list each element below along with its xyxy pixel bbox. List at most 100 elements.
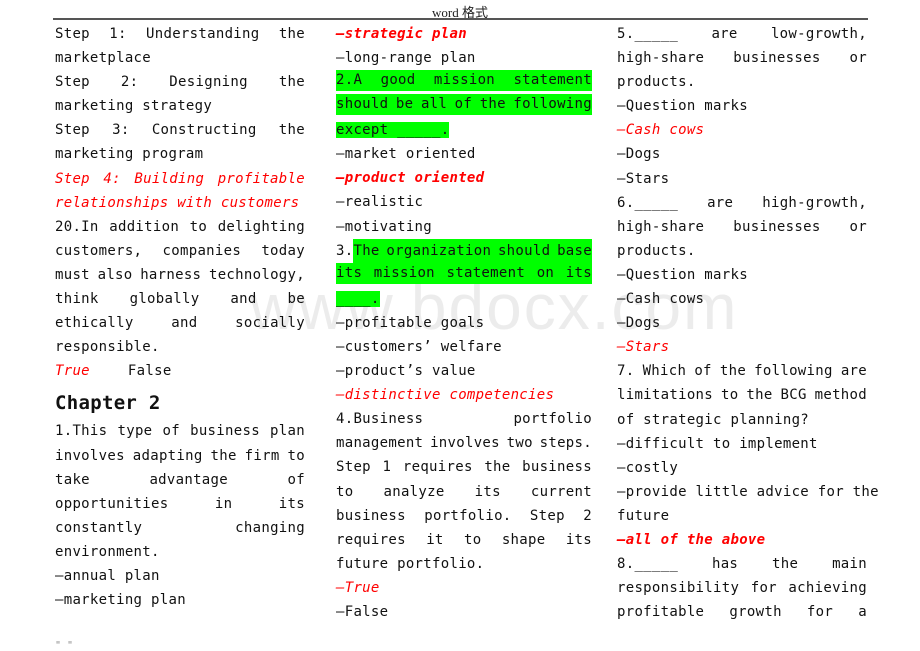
answer-option: —Cash cows bbox=[617, 291, 705, 308]
answer-option: —marketing plan bbox=[55, 592, 186, 609]
word: 4: bbox=[103, 170, 121, 187]
question-2-text: 2.A good mission statement bbox=[336, 70, 592, 92]
question-1-text: take advantage of bbox=[55, 468, 305, 492]
word: mission bbox=[433, 72, 496, 89]
question-1-text: 1.This type of business plan bbox=[55, 419, 305, 443]
answer-option: —Dogs bbox=[617, 146, 661, 163]
word: profitable bbox=[617, 604, 705, 621]
question-20-text: think globally and be bbox=[55, 287, 305, 311]
question-7-text: limitations to the BCG method bbox=[617, 383, 867, 407]
word: its bbox=[474, 483, 501, 500]
question-8-text: profitable growth for a bbox=[617, 600, 867, 624]
word: Building bbox=[134, 170, 205, 187]
word: type bbox=[117, 423, 153, 440]
word: businesses bbox=[733, 50, 821, 67]
word: analyze bbox=[383, 483, 445, 500]
word: its bbox=[336, 264, 363, 281]
answer-false: False bbox=[127, 363, 172, 380]
step-line: Step 3: Constructing the bbox=[55, 118, 305, 142]
word: 2: bbox=[120, 74, 139, 91]
word: should bbox=[336, 96, 389, 113]
answer-option: —profitable goals bbox=[336, 314, 485, 331]
question-2-text: should be all of the following bbox=[336, 94, 592, 116]
word: current bbox=[530, 483, 592, 500]
word: are bbox=[840, 363, 867, 380]
word: to bbox=[189, 218, 208, 235]
answer-option: —provide little advice for the bbox=[617, 483, 879, 500]
answer-option: future bbox=[617, 507, 670, 524]
word: a bbox=[858, 604, 867, 621]
word: statement bbox=[513, 72, 592, 89]
word: low-growth, bbox=[770, 26, 867, 42]
word: its bbox=[278, 495, 305, 512]
question-20-text: 20.In addition to delighting bbox=[55, 215, 305, 239]
word: be bbox=[287, 291, 305, 308]
question-20-text: customers, companies today bbox=[55, 239, 305, 263]
question-4-text: Step 1 requires the business bbox=[336, 455, 592, 479]
word: of bbox=[162, 423, 180, 440]
word: BCG bbox=[780, 387, 807, 404]
word: Step bbox=[55, 170, 90, 187]
word: involves bbox=[55, 447, 125, 464]
word: should bbox=[497, 242, 551, 259]
question-20-text: ethically and socially bbox=[55, 311, 305, 335]
column-1: Step 1: Understanding the marketplace Step 2: D… bbox=[55, 22, 305, 612]
word: following bbox=[513, 96, 592, 113]
answer-option: —product’s value bbox=[336, 363, 476, 380]
word: be bbox=[395, 96, 414, 113]
word: the bbox=[746, 387, 773, 404]
question-3-text: 3. The organization should base bbox=[336, 238, 592, 263]
correct-answer-option: —True bbox=[336, 579, 380, 596]
word: Step bbox=[55, 26, 90, 42]
word: think bbox=[55, 291, 99, 308]
answer-option: —motivating bbox=[336, 218, 433, 235]
word: 1: bbox=[109, 26, 127, 42]
word: for bbox=[806, 604, 834, 621]
word: technology, bbox=[208, 266, 305, 283]
question-5-text: 5._____ are low-growth, bbox=[617, 22, 867, 46]
word: profitable bbox=[217, 170, 305, 187]
question-8-text: responsibility for achieving bbox=[617, 576, 867, 600]
word: 7. bbox=[617, 363, 635, 380]
question-4-text: future portfolio. bbox=[336, 555, 485, 572]
word: harness bbox=[140, 266, 202, 283]
word: addition bbox=[109, 218, 180, 235]
word: of bbox=[694, 363, 712, 380]
question-20-text: responsible. bbox=[55, 339, 160, 356]
word: take bbox=[55, 471, 90, 488]
step-line: Step 1: Understanding the bbox=[55, 22, 305, 46]
word: organization bbox=[386, 242, 492, 259]
word: Which bbox=[642, 363, 687, 380]
word: 2.A bbox=[336, 72, 363, 89]
word: advantage bbox=[149, 471, 228, 488]
answer-option: —costly bbox=[617, 459, 679, 476]
question-6-text: high-share businesses or bbox=[617, 215, 867, 239]
word: 5._____ bbox=[617, 26, 679, 42]
word: opportunities bbox=[55, 495, 169, 512]
word: to bbox=[336, 483, 354, 500]
word: on bbox=[536, 264, 555, 281]
answer-option: —realistic bbox=[336, 194, 424, 211]
word: socially bbox=[235, 315, 305, 332]
word: base bbox=[557, 242, 592, 259]
word: Step bbox=[336, 459, 371, 476]
correct-answer-option: —strategic plan bbox=[336, 26, 467, 42]
word: firm bbox=[244, 447, 280, 464]
answer-option: —long-range plan bbox=[336, 50, 476, 67]
word: shape bbox=[501, 531, 546, 548]
word: are bbox=[707, 194, 734, 211]
word: ethically bbox=[55, 315, 134, 332]
word: businesses bbox=[733, 218, 821, 235]
question-1-text: involves adapting the firm to bbox=[55, 444, 305, 468]
question-3-text: ____. bbox=[336, 287, 592, 311]
word: to bbox=[464, 531, 482, 548]
question-4-text: 4.Business portfolio bbox=[336, 407, 592, 431]
highlighted-text: The organization should base bbox=[353, 238, 592, 263]
word: the bbox=[278, 122, 305, 139]
word: the bbox=[278, 74, 305, 91]
question-4-text: requires it to shape its bbox=[336, 528, 592, 552]
header-divider bbox=[53, 18, 868, 20]
word: mission bbox=[373, 264, 435, 281]
question-5-text: products. bbox=[617, 74, 696, 91]
word: the bbox=[479, 96, 506, 113]
